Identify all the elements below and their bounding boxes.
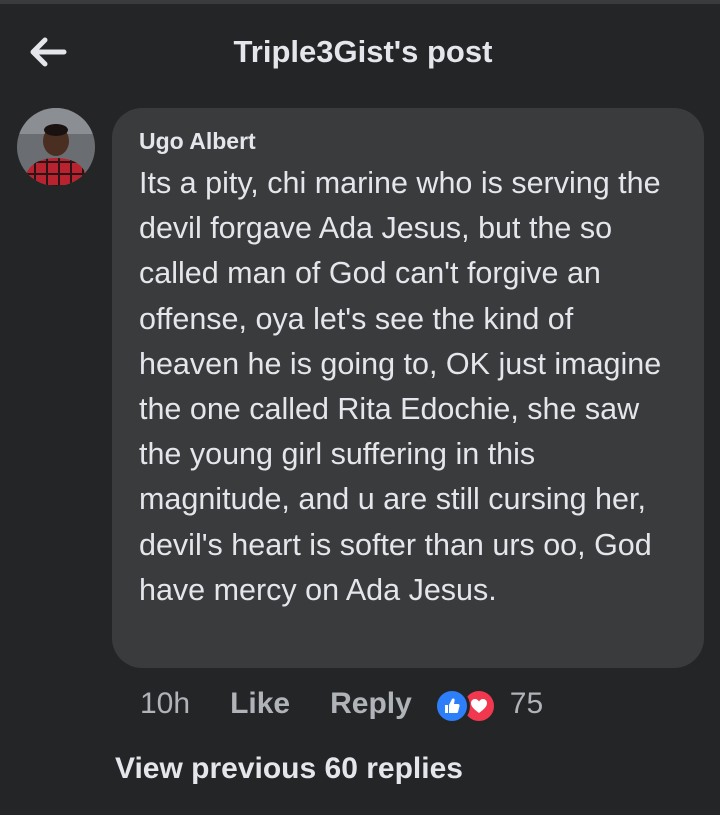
avatar-photo — [17, 108, 95, 186]
like-button[interactable]: Like — [230, 687, 290, 721]
post-header: Triple3Gist's post — [0, 4, 720, 96]
comment-bubble: Ugo Albert Its a pity, chi marine who is… — [112, 108, 704, 668]
avatar[interactable] — [17, 108, 95, 186]
reply-button[interactable]: Reply — [330, 687, 412, 721]
comment-actions: 10h Like Reply 75 — [140, 684, 543, 724]
view-previous-replies-link[interactable]: View previous 60 replies — [115, 752, 463, 786]
like-reaction-icon — [433, 688, 470, 724]
comment-timestamp[interactable]: 10h — [140, 687, 190, 721]
reaction-summary[interactable] — [433, 686, 497, 724]
reaction-count: 75 — [509, 687, 544, 720]
page-title: Triple3Gist's post — [233, 34, 493, 69]
comment-text: Its a pity, chi marine who is serving th… — [139, 166, 662, 607]
comment-author[interactable]: Ugo Albert — [139, 126, 678, 156]
